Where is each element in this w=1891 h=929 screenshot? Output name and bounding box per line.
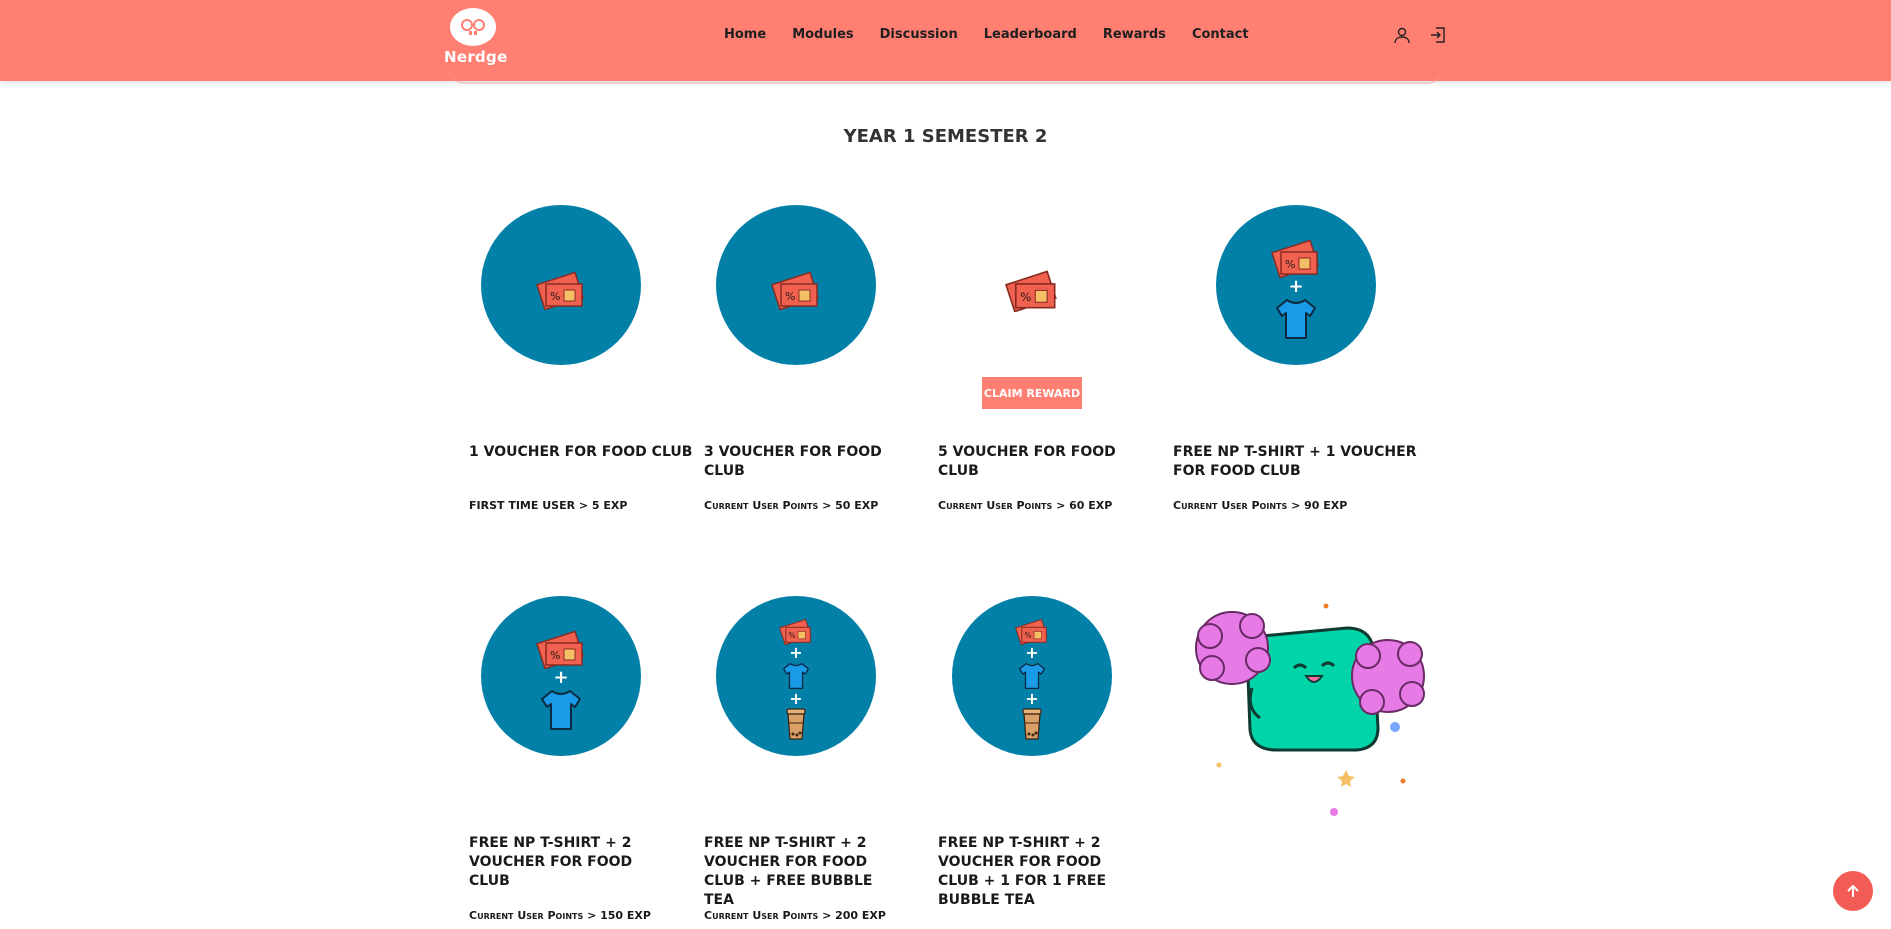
voucher-icon: % [1271, 239, 1319, 278]
tshirt-icon [782, 662, 810, 690]
reward-image-4: % + [1216, 205, 1376, 365]
nerd-face-icon [450, 8, 496, 46]
brand-logo[interactable]: Nerdge [444, 8, 508, 66]
reward-title-3: 5 VOUCHER FOR FOOD CLUB [938, 444, 1116, 479]
reward-requirement-6: Current User Points > 200 EXP [704, 909, 886, 922]
plus-sign: + [553, 667, 569, 688]
nav-icons [1393, 26, 1447, 44]
reward-image-2: % [716, 205, 876, 365]
reward-image-7: % + + [952, 596, 1112, 756]
nav-rewards-link[interactable]: Rewards [1103, 27, 1166, 42]
tshirt-icon [1276, 299, 1316, 339]
reward-title-1: 1 VOUCHER FOR FOOD CLUB [469, 444, 693, 460]
pompom-left [1195, 611, 1271, 685]
reward-image-3: % [952, 205, 1112, 365]
plus-sign: + [1025, 643, 1039, 662]
reward-requirement-1: FIRST TIME USER > 5 EXP [469, 499, 628, 512]
nav-menu: Home Modules Discussion Leaderboard Rewa… [724, 27, 1275, 42]
svg-text:%: % [1285, 258, 1295, 271]
plus-sign: + [1025, 689, 1039, 708]
navbar: Nerdge Home Modules Discussion Leaderboa… [0, 0, 1891, 81]
svg-text:%: % [789, 631, 796, 640]
voucher-icon: % [771, 271, 819, 310]
reward-requirement-2: Current User Points > 50 EXP [704, 499, 879, 512]
nav-modules-link[interactable]: Modules [792, 27, 853, 42]
svg-text:%: % [550, 290, 560, 303]
reward-image-1: % [481, 205, 641, 365]
section-title: YEAR 1 SEMESTER 2 [843, 126, 1048, 147]
header-divider [450, 70, 1442, 84]
plus-sign: + [789, 643, 803, 662]
back-to-top-button[interactable] [1833, 871, 1873, 911]
user-icon[interactable] [1393, 26, 1411, 44]
reward-image-6: % + + [716, 596, 876, 756]
voucher-icon: % [1015, 618, 1048, 645]
voucher-icon: % [1005, 270, 1057, 312]
reward-title-4: FREE NP T-SHIRT + 1 VOUCHER FOR FOOD CLU… [1173, 444, 1417, 479]
reward-title-2: 3 VOUCHER FOR FOOD CLUB [704, 444, 882, 479]
pompom-right [1351, 639, 1425, 715]
reward-image-5: % + [481, 596, 641, 756]
reward-requirement-3: Current User Points > 60 EXP [938, 499, 1113, 512]
logout-icon[interactable] [1429, 26, 1447, 44]
nav-home-link[interactable]: Home [724, 27, 766, 42]
bubble-tea-icon [1022, 708, 1042, 740]
voucher-icon: % [536, 630, 584, 669]
voucher-icon: % [779, 618, 812, 645]
reward-title-7: FREE NP T-SHIRT + 2 VOUCHER FOR FOOD CLU… [938, 835, 1107, 908]
claim-reward-button[interactable]: CLAIM REWARD [982, 377, 1082, 409]
reward-title-5: FREE NP T-SHIRT + 2 VOUCHER FOR FOOD CLU… [469, 835, 633, 889]
reward-requirement-4: Current User Points > 90 EXP [1173, 499, 1348, 512]
tshirt-icon [541, 690, 581, 730]
svg-text:%: % [1020, 290, 1031, 304]
nav-leaderboard-link[interactable]: Leaderboard [984, 27, 1077, 42]
plus-sign: + [789, 689, 803, 708]
nav-discussion-link[interactable]: Discussion [880, 27, 958, 42]
svg-text:%: % [785, 290, 795, 303]
brand-name: Nerdge [444, 48, 508, 66]
voucher-icon: % [536, 271, 584, 310]
svg-text:%: % [550, 649, 560, 662]
arrow-up-icon [1847, 884, 1859, 897]
nav-contact-link[interactable]: Contact [1192, 27, 1249, 42]
plus-sign: + [1288, 276, 1304, 297]
svg-text:%: % [1025, 631, 1032, 640]
bubble-tea-icon [786, 708, 806, 740]
reward-requirement-5: Current User Points > 150 EXP [469, 909, 651, 922]
reward-title-6: FREE NP T-SHIRT + 2 VOUCHER FOR FOOD CLU… [704, 835, 873, 908]
tshirt-icon [1018, 662, 1046, 690]
cheering-mascot-illustration [1195, 603, 1425, 816]
